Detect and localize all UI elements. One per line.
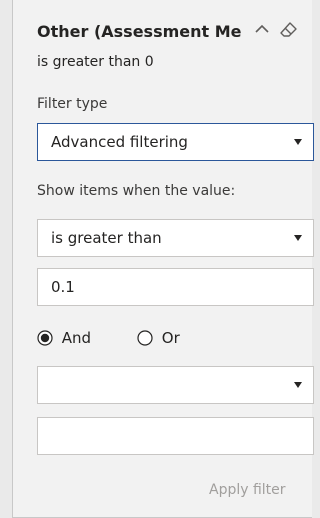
show-items-label: Show items when the value: xyxy=(37,183,236,199)
eraser-icon[interactable] xyxy=(279,20,299,40)
chevron-up-icon[interactable] xyxy=(253,20,271,38)
filter-type-label: Filter type xyxy=(37,96,108,112)
caret-down-icon xyxy=(294,382,302,388)
caret-down-icon xyxy=(294,139,302,145)
filter-card: Other (Assessment Me is greater than 0 F… xyxy=(12,0,314,518)
condition1-operator-value: is greater than xyxy=(51,229,162,247)
radio-selected-icon xyxy=(37,329,53,346)
filter-card-title[interactable]: Other (Assessment Me xyxy=(37,22,247,41)
apply-filter-button[interactable]: Apply filter xyxy=(209,482,286,498)
condition2-operator-dropdown[interactable] xyxy=(37,366,314,404)
radio-unselected-icon xyxy=(137,329,153,346)
filter-type-value: Advanced filtering xyxy=(51,133,188,151)
caret-down-icon xyxy=(294,235,302,241)
condition1-value: 0.1 xyxy=(51,278,75,296)
condition1-value-input[interactable]: 0.1 xyxy=(37,268,314,306)
condition2-value-input[interactable] xyxy=(37,417,314,455)
and-radio[interactable]: And xyxy=(37,328,91,347)
and-label: And xyxy=(61,328,92,347)
or-label: Or xyxy=(161,328,180,347)
filter-summary: is greater than 0 xyxy=(37,54,154,70)
filter-type-dropdown[interactable]: Advanced filtering xyxy=(37,123,314,161)
or-radio[interactable]: Or xyxy=(137,328,180,347)
condition1-operator-dropdown[interactable]: is greater than xyxy=(37,219,314,257)
